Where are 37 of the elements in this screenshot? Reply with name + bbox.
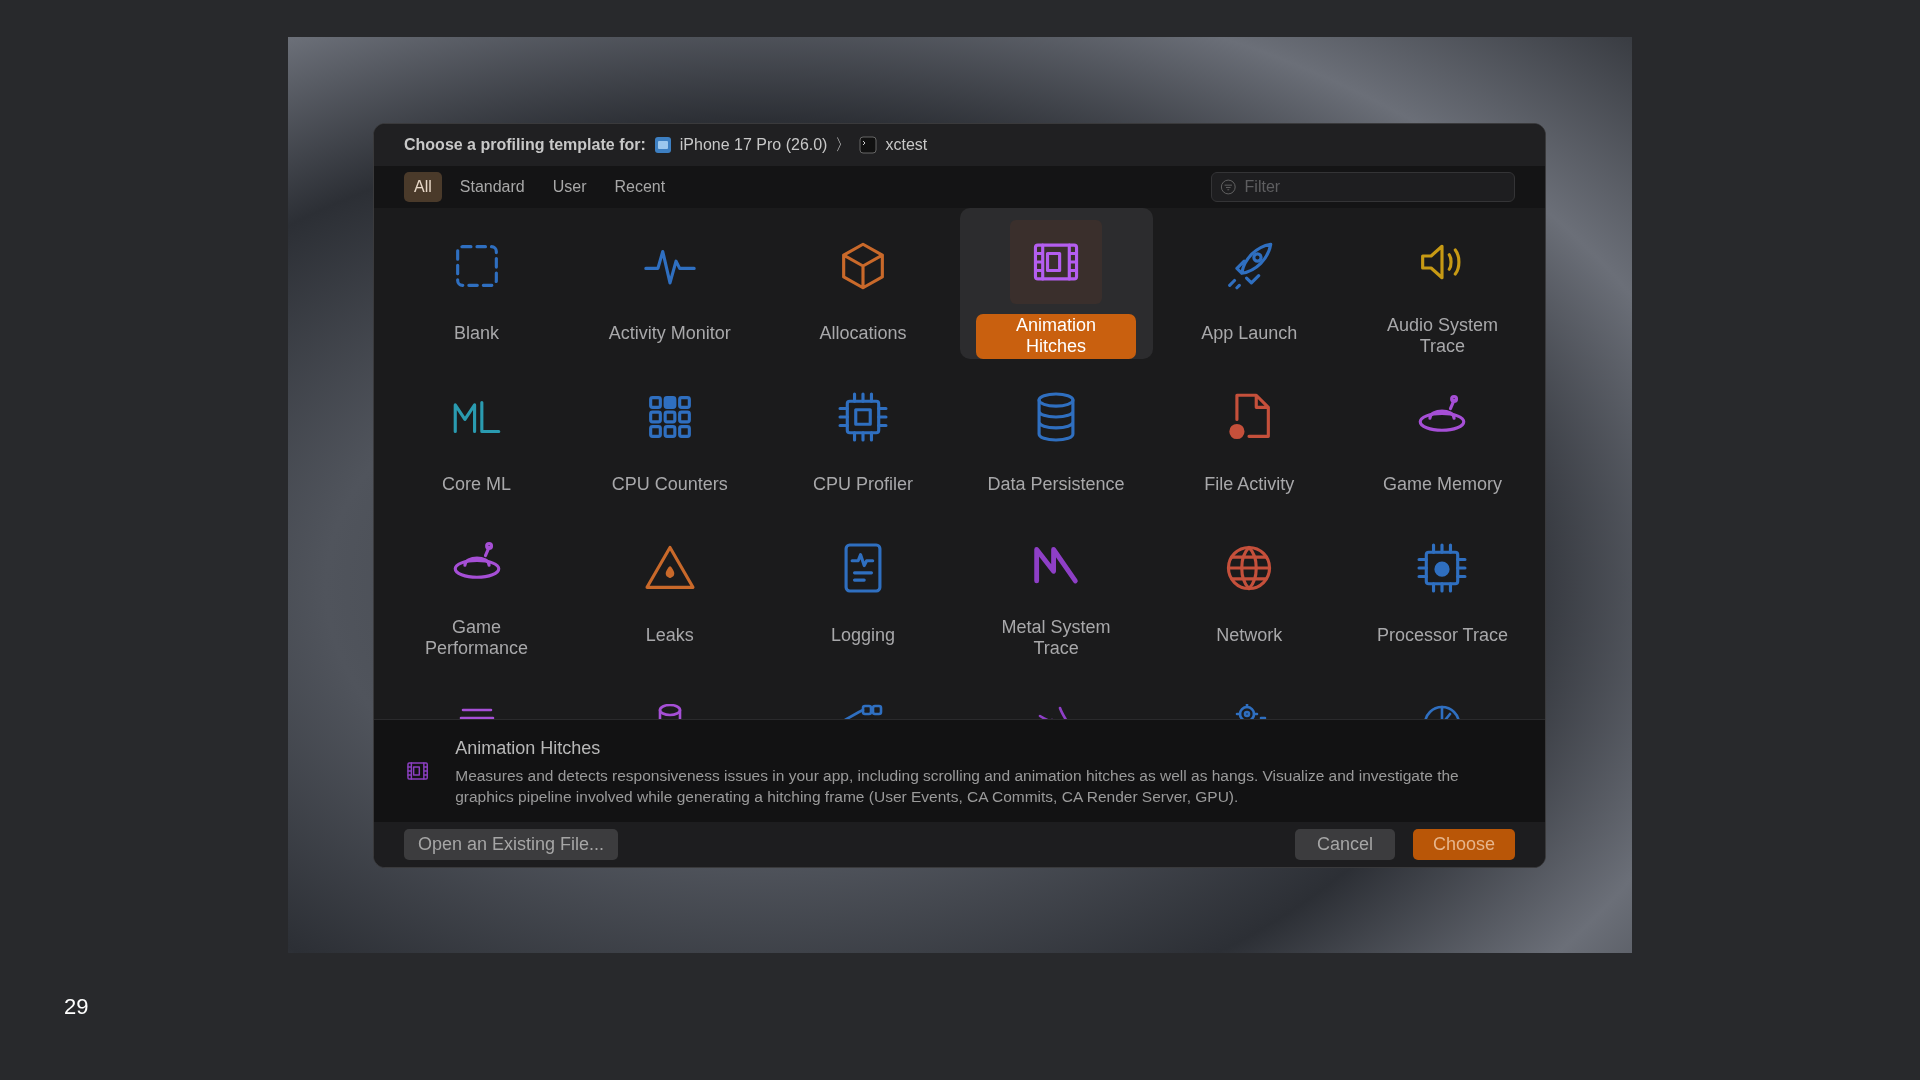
slide-number: 29 bbox=[64, 993, 89, 1021]
filter-input[interactable]: Filter bbox=[1242, 174, 1506, 200]
template-label[interactable]: Data Persistence bbox=[979, 473, 1133, 497]
dialog-prompt: Choose a profiling template for: bbox=[404, 135, 646, 155]
template-label[interactable]: Leaks bbox=[637, 624, 702, 648]
template-label[interactable]: Activity Monitor bbox=[600, 322, 739, 346]
template-label[interactable]: File Activity bbox=[1196, 473, 1303, 497]
filter-tab[interactable]: User bbox=[542, 172, 597, 202]
template-label[interactable]: Blank bbox=[446, 322, 508, 346]
template-label[interactable]: Allocations bbox=[811, 322, 915, 346]
device-name[interactable]: iPhone 17 Pro (26.0) bbox=[679, 133, 828, 157]
template-label[interactable]: Game Memory bbox=[1374, 473, 1510, 497]
open-file-button[interactable]: Open an Existing File... bbox=[404, 829, 619, 860]
template-label[interactable]: App Launch bbox=[1193, 322, 1306, 346]
template-label[interactable]: Logging bbox=[822, 624, 903, 648]
template-label[interactable]: Processor Trace bbox=[1368, 624, 1516, 648]
description-text: Measures and detects responsiveness issues in your app, including scrolling and animation hitches as well as hangs. Visualize and investigate the graphics pipeline involved while generating a hitching frame (User Events, CA Commits, CA Render Server, GPU). bbox=[455, 765, 1460, 807]
filter-tab[interactable]: Standard bbox=[449, 172, 535, 202]
template-label[interactable]: Core ML bbox=[434, 473, 520, 497]
selected-template-label: Animation Hitches bbox=[976, 313, 1137, 359]
device-icon bbox=[653, 136, 672, 154]
template-label[interactable]: CPU Profiler bbox=[804, 473, 921, 497]
template-label[interactable]: Game Performance bbox=[396, 615, 557, 661]
target-name[interactable]: xctest bbox=[885, 133, 928, 157]
description-title: Animation Hitches bbox=[455, 736, 602, 760]
filter-field[interactable]: Filter bbox=[1211, 172, 1515, 202]
filter-tab[interactable]: Recent bbox=[604, 172, 676, 202]
template-label[interactable]: Audio System Trace bbox=[1362, 313, 1523, 359]
terminal-icon bbox=[859, 136, 878, 154]
filter-tab[interactable]: All bbox=[404, 172, 442, 202]
filter-icon bbox=[1220, 178, 1237, 196]
breadcrumb-separator: 〉 bbox=[835, 135, 852, 155]
template-label[interactable]: CPU Counters bbox=[603, 473, 736, 497]
template-label[interactable]: Metal System Trace bbox=[976, 615, 1137, 661]
template-label[interactable]: Network bbox=[1208, 624, 1291, 648]
cancel-button[interactable]: Cancel bbox=[1294, 829, 1395, 860]
template-tile[interactable]: Animation Hitches bbox=[959, 208, 1153, 359]
